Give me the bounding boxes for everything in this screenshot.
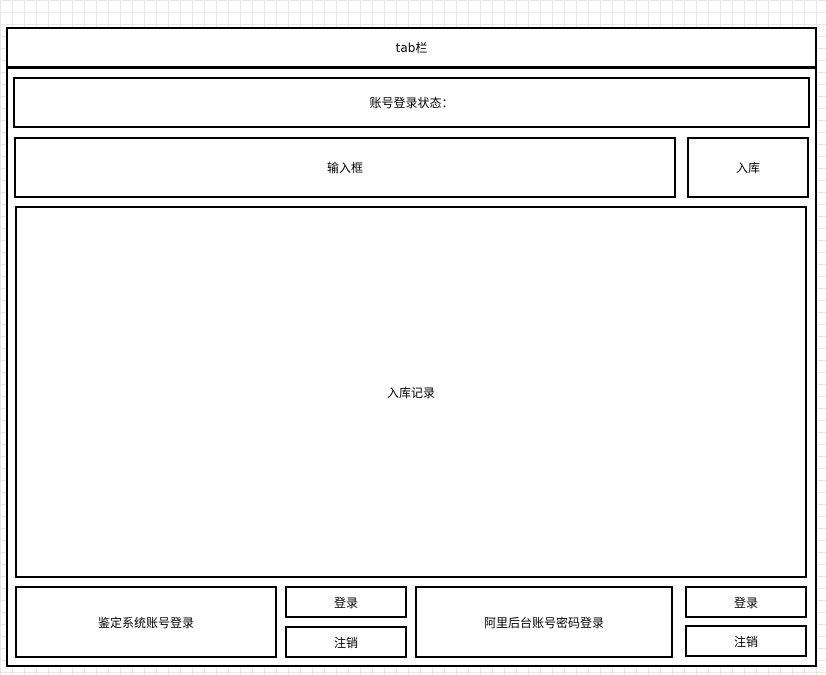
store-records-label: 入库记录 xyxy=(386,385,435,400)
appraisal-logout-button-label: 注销 xyxy=(333,635,358,650)
appraisal-login-button[interactable]: 登录 xyxy=(285,586,407,618)
appraisal-login-panel: 鉴定系统账号登录 xyxy=(15,586,277,658)
ali-login-label: 阿里后台账号密码登录 xyxy=(483,615,604,630)
store-button-label: 入库 xyxy=(735,161,760,175)
login-status-label: 账号登录状态： xyxy=(369,96,454,110)
ali-login-button[interactable]: 登录 xyxy=(685,586,807,618)
ali-logout-button[interactable]: 注销 xyxy=(685,625,807,657)
ali-login-button-label: 登录 xyxy=(733,595,758,610)
appraisal-login-button-label: 登录 xyxy=(333,595,358,610)
ali-logout-button-label: 注销 xyxy=(733,634,758,649)
store-records-panel: 入库记录 xyxy=(15,206,807,578)
store-button[interactable]: 入库 xyxy=(687,137,809,198)
appraisal-logout-button[interactable]: 注销 xyxy=(285,626,407,658)
login-status-panel: 账号登录状态： xyxy=(13,77,810,128)
input-field[interactable]: 输入框 xyxy=(14,137,676,198)
ali-login-panel: 阿里后台账号密码登录 xyxy=(415,586,673,658)
input-field-label: 输入框 xyxy=(326,161,363,175)
appraisal-login-label: 鉴定系统账号登录 xyxy=(97,615,194,630)
tab-bar[interactable]: tab栏 xyxy=(6,27,817,68)
tab-bar-label: tab栏 xyxy=(395,41,428,55)
